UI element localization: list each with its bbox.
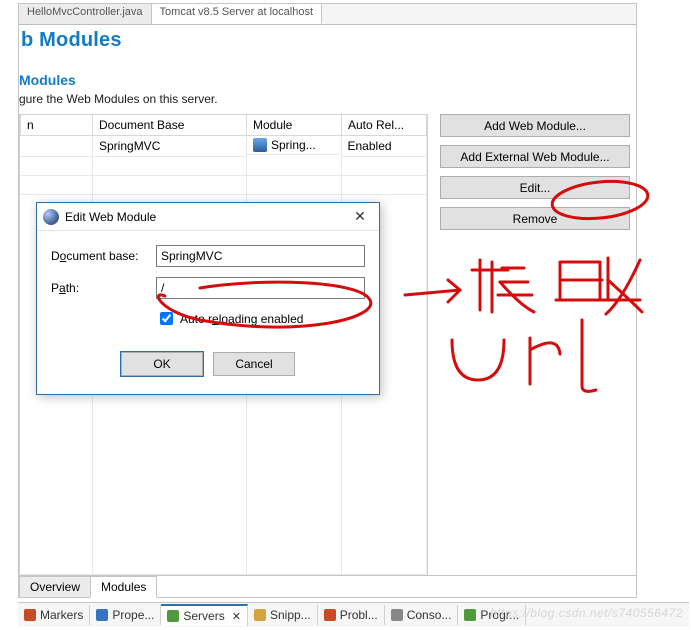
close-icon[interactable]: ✕ <box>347 207 373 227</box>
dialog-titlebar[interactable]: Edit Web Module ✕ <box>37 203 379 231</box>
view-markers[interactable]: Markers <box>18 605 90 625</box>
servers-icon <box>167 610 179 622</box>
auto-reload-label: Auto reloading enabled <box>180 312 303 326</box>
edit-button[interactable]: Edit... <box>440 176 630 199</box>
col-path[interactable]: n <box>21 115 93 136</box>
editor-tab-server[interactable]: Tomcat v8.5 Server at localhost <box>152 4 322 24</box>
page-title: b Modules <box>21 29 636 52</box>
add-web-module-button[interactable]: Add Web Module... <box>440 114 630 137</box>
properties-icon <box>96 609 108 621</box>
document-base-label: Document base: <box>51 249 156 263</box>
ok-button[interactable]: OK <box>121 352 203 376</box>
table-row[interactable] <box>21 176 427 195</box>
watermark: https://blog.csdn.net/s740556472 <box>490 606 683 620</box>
cancel-button[interactable]: Cancel <box>213 352 295 376</box>
markers-icon <box>24 609 36 621</box>
tab-modules[interactable]: Modules <box>90 576 157 598</box>
view-snippets[interactable]: Snipp... <box>248 605 318 625</box>
module-buttons: Add Web Module... Add External Web Modul… <box>440 114 630 230</box>
table-row[interactable] <box>21 157 427 176</box>
table-header-row: n Document Base Module Auto Rel... <box>21 115 427 136</box>
path-input[interactable] <box>156 277 365 299</box>
tab-overview[interactable]: Overview <box>19 576 91 597</box>
remove-button[interactable]: Remove <box>440 207 630 230</box>
section-description: gure the Web Modules on this server. <box>19 92 636 106</box>
path-label: Path: <box>51 281 156 295</box>
col-docbase[interactable]: Document Base <box>93 115 247 136</box>
editor-tab-java[interactable]: HelloMvcController.java <box>19 4 152 24</box>
view-servers[interactable]: Servers ✕ <box>161 604 248 626</box>
section-title: Modules <box>19 72 636 88</box>
cell-module: Spring... <box>247 136 342 155</box>
auto-reload-checkbox[interactable] <box>160 312 173 325</box>
view-console[interactable]: Conso... <box>385 605 459 625</box>
page-tabs: Overview Modules <box>19 575 636 597</box>
editor-tabs: HelloMvcController.java Tomcat v8.5 Serv… <box>19 4 636 25</box>
console-icon <box>391 609 403 621</box>
dialog-title: Edit Web Module <box>65 210 347 224</box>
cell-path <box>21 136 93 157</box>
cell-autoreload: Enabled <box>342 136 427 157</box>
table-row[interactable]: SpringMVC Spring... Enabled <box>21 136 427 157</box>
document-base-input[interactable] <box>156 245 365 267</box>
view-problems[interactable]: Probl... <box>318 605 385 625</box>
edit-web-module-dialog: Edit Web Module ✕ Document base: Path: A… <box>36 202 380 395</box>
snippets-icon <box>254 609 266 621</box>
col-autoreload[interactable]: Auto Rel... <box>342 115 427 136</box>
cell-docbase: SpringMVC <box>93 136 247 157</box>
eclipse-icon <box>43 209 59 225</box>
add-external-web-module-button[interactable]: Add External Web Module... <box>440 145 630 168</box>
col-module[interactable]: Module <box>247 115 342 136</box>
progress-icon <box>464 609 476 621</box>
module-icon <box>253 138 267 152</box>
view-properties[interactable]: Prope... <box>90 605 161 625</box>
problems-icon <box>324 609 336 621</box>
